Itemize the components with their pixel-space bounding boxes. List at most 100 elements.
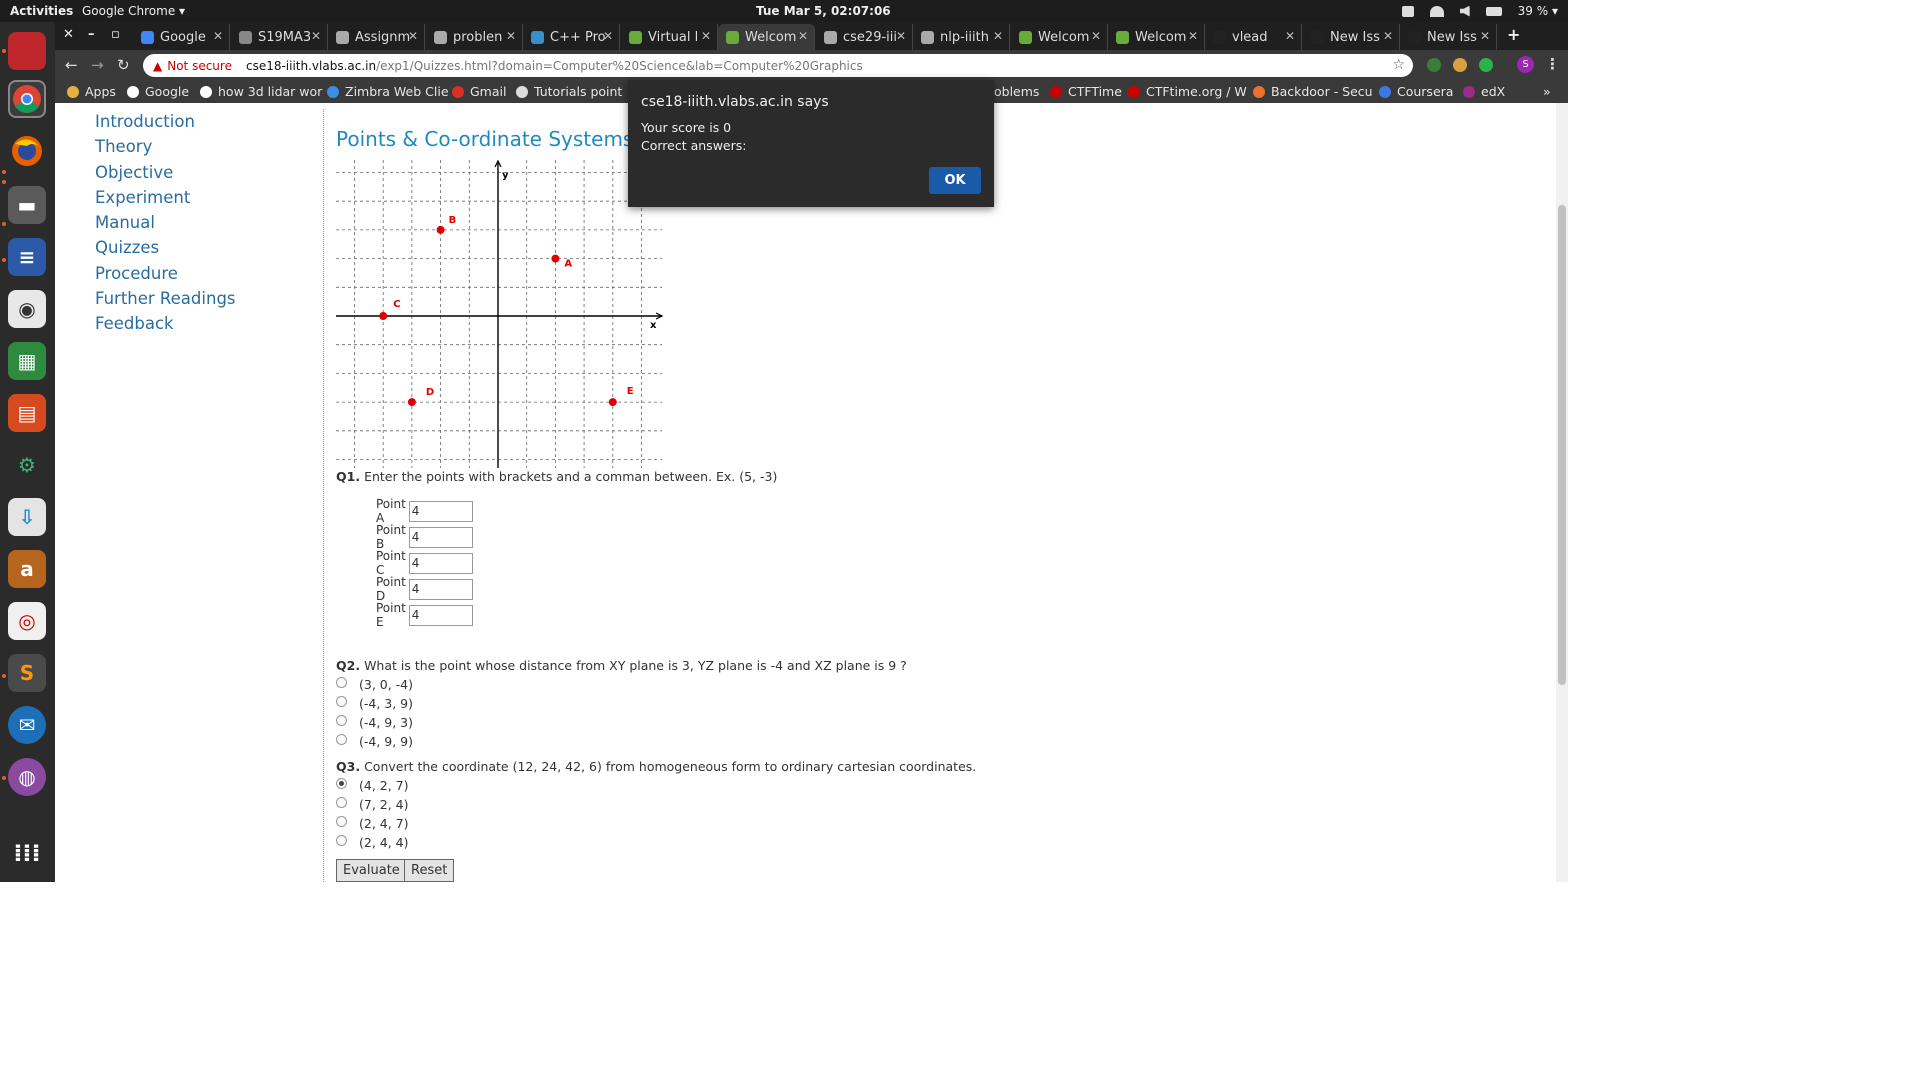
bookmark-item[interactable]: Coursera [1379,84,1453,99]
close-tab-icon[interactable]: ✕ [408,29,418,43]
q3-option[interactable]: (7, 2, 4) [336,797,409,812]
activities-button[interactable]: Activities [10,4,73,18]
tab-4[interactable]: problen ✕ [426,24,523,50]
point-b-input[interactable] [408,526,473,548]
close-tab-icon[interactable]: ✕ [1383,29,1393,43]
close-tab-icon[interactable]: ✕ [798,29,808,43]
close-tab-icon[interactable]: ✕ [1188,29,1198,43]
close-tab-icon[interactable]: ✕ [213,29,223,43]
bookmark-item[interactable]: Apps [67,84,116,99]
radio-button[interactable] [336,797,347,808]
tab-7[interactable]: Welcom ✕ [718,24,815,50]
radio-button[interactable] [336,835,347,846]
nav-link-experiment[interactable]: Experiment [95,187,236,212]
scrollbar-thumb[interactable] [1558,205,1566,685]
tab-8[interactable]: cse29-iii ✕ [816,24,913,50]
radio-button[interactable] [336,778,347,789]
show-applications-icon[interactable]: ⁞⁞⁞ [8,834,46,872]
new-tab-button[interactable]: + [1507,25,1520,44]
grammarly-icon[interactable] [1479,58,1493,72]
bookmark-item[interactable]: Backdoor - Secu [1253,84,1373,99]
radio-button[interactable] [336,715,347,726]
tab-1[interactable]: Google ✕ [133,24,230,50]
rhythmbox-icon[interactable]: ◉ [8,290,46,328]
app-icon[interactable]: ⚙ [8,446,46,484]
q2-option[interactable]: (-4, 3, 9) [336,696,413,711]
maximize-window-icon[interactable]: ▫ [111,27,120,42]
q3-option[interactable]: (4, 2, 7) [336,778,409,793]
bookmark-star-icon[interactable]: ☆ [1392,57,1405,73]
bookmark-item[interactable]: Gmail [452,84,506,99]
close-tab-icon[interactable]: ✕ [1480,29,1490,43]
point-c-input[interactable] [408,552,473,574]
back-button[interactable]: ← [65,56,78,74]
chrome-icon[interactable] [8,80,46,118]
evaluate-button[interactable]: Evaluate [336,859,407,882]
close-tab-icon[interactable]: ✕ [603,29,613,43]
address-bar[interactable]: ▲ Not secure cse18-iiith.vlabs.ac.in/exp… [143,54,1413,77]
tab-11[interactable]: Welcom ✕ [1108,24,1205,50]
tab-14[interactable]: New Iss ✕ [1400,24,1497,50]
bookmark-item[interactable]: edX [1463,84,1505,99]
extension-icon[interactable] [1453,58,1467,72]
close-tab-icon[interactable]: ✕ [896,29,906,43]
bookmark-item[interactable]: Zimbra Web Clie [327,84,449,99]
nav-link-introduction[interactable]: Introduction [95,111,236,136]
tab-2[interactable]: S19MA3 ✕ [231,24,328,50]
tab-13[interactable]: New Iss ✕ [1303,24,1400,50]
tab-9[interactable]: nlp-iiith ✕ [913,24,1010,50]
bookmark-item[interactable]: oblems [994,84,1039,99]
software-center-icon[interactable]: ⇩ [8,498,46,536]
chrome-menu-icon[interactable]: ⋮ [1545,55,1560,73]
reload-button[interactable]: ↻ [117,56,130,74]
profile-avatar[interactable]: S [1517,56,1534,73]
app-menu[interactable]: Google Chrome ▾ [82,4,185,18]
calc-icon[interactable]: ▦ [8,342,46,380]
q2-option[interactable]: (3, 0, -4) [336,677,413,692]
nav-link-theory[interactable]: Theory [95,136,236,161]
radio-button[interactable] [336,696,347,707]
minimize-window-icon[interactable]: – [88,27,95,42]
tab-5[interactable]: C++ Pro ✕ [523,24,620,50]
system-tray[interactable]: 39 % ▾ [1401,4,1558,18]
close-tab-icon[interactable]: ✕ [506,29,516,43]
bookmark-item[interactable]: CTFtime.org / W [1128,84,1247,99]
impress-icon[interactable]: ▤ [8,394,46,432]
point-d-input[interactable] [408,578,473,600]
sublime-text-icon[interactable]: S [8,654,46,692]
close-window-icon[interactable]: ✕ [63,27,74,42]
radio-button[interactable] [336,816,347,827]
point-e-input[interactable] [408,604,473,626]
extension-icon[interactable] [1427,58,1441,72]
nav-link-manual[interactable]: Manual [95,212,236,237]
tab-3[interactable]: Assignm ✕ [328,24,425,50]
bookmark-item[interactable]: CTFTime [1050,84,1122,99]
radio-button[interactable] [336,677,347,688]
ok-button[interactable]: OK [929,167,981,194]
presentation-app-icon[interactable] [8,32,46,70]
not-secure-label[interactable]: Not secure [167,59,232,73]
writer-icon[interactable]: ≡ [8,238,46,276]
radio-button[interactable] [336,734,347,745]
forward-button[interactable]: → [91,56,104,74]
amazon-icon[interactable]: a [8,550,46,588]
firefox-icon[interactable] [8,132,46,170]
nav-link-quizzes[interactable]: Quizzes [95,237,236,262]
files-icon[interactable]: ▬ [8,186,46,224]
close-tab-icon[interactable]: ✕ [993,29,1003,43]
tab-10[interactable]: Welcom ✕ [1011,24,1108,50]
viewer-icon[interactable]: ◎ [8,602,46,640]
close-tab-icon[interactable]: ✕ [1091,29,1101,43]
close-tab-icon[interactable]: ✕ [701,29,711,43]
bookmark-item[interactable]: Tutorials point [516,84,622,99]
nav-link-feedback[interactable]: Feedback [95,313,236,338]
close-tab-icon[interactable]: ✕ [311,29,321,43]
bookmark-item[interactable]: Google [127,84,189,99]
close-tab-icon[interactable]: ✕ [1285,29,1295,43]
point-a-input[interactable] [408,500,473,522]
warning-icon[interactable]: ▲ [153,59,162,73]
clock[interactable]: Tue Mar 5, 02:07:06 [756,4,891,18]
tab-6[interactable]: Virtual l ✕ [621,24,718,50]
q2-option[interactable]: (-4, 9, 3) [336,715,413,730]
nav-link-objective[interactable]: Objective [95,162,236,187]
